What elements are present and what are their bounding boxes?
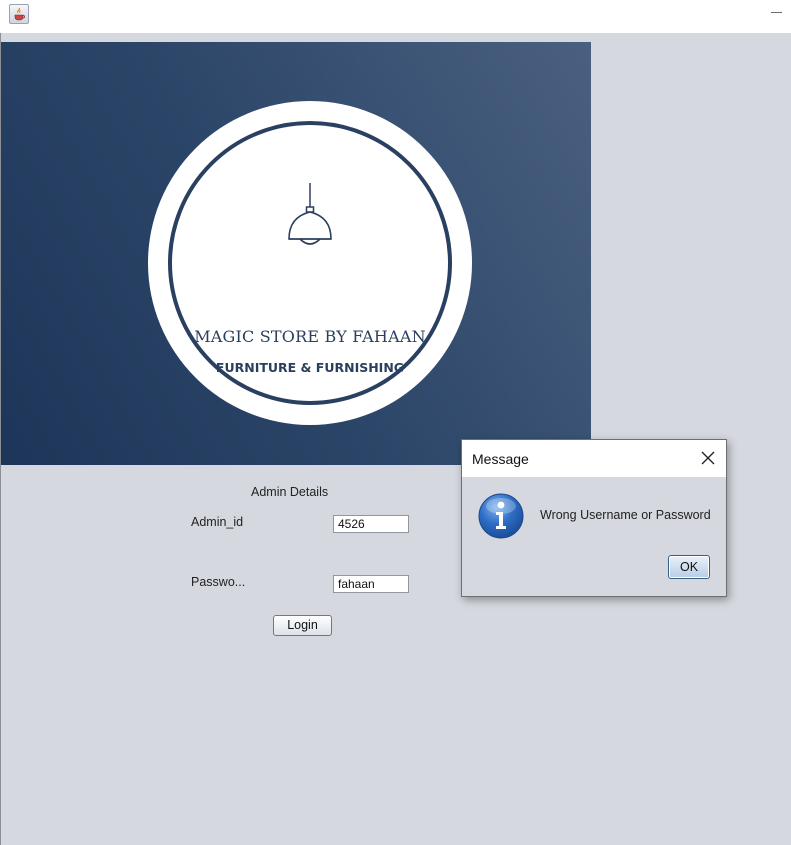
close-icon[interactable] (698, 448, 718, 468)
store-subtitle: FURNITURE & FURNISHING (215, 360, 405, 375)
pendant-lamp-icon (288, 183, 332, 245)
store-banner: MAGIC STORE BY FAHAAN FURNITURE & FURNIS… (1, 42, 591, 465)
window-title-bar (0, 0, 791, 33)
dialog-title: Message (472, 451, 529, 467)
admin-id-input[interactable]: 4526 (333, 515, 409, 533)
java-app-icon[interactable] (9, 4, 29, 24)
info-icon (478, 493, 524, 539)
form-heading: Admin Details (251, 485, 329, 499)
dialog-title-bar[interactable]: Message (462, 440, 726, 477)
password-label: Passwo... (191, 575, 246, 589)
login-button[interactable]: Login (273, 615, 332, 636)
message-dialog: Message Wrong Username or Password OK (461, 439, 727, 597)
minimize-icon[interactable] (767, 4, 787, 20)
store-name: MAGIC STORE BY FAHAAN (194, 327, 426, 346)
store-logo: MAGIC STORE BY FAHAAN FURNITURE & FURNIS… (148, 101, 472, 425)
password-input[interactable]: fahaan (333, 575, 409, 593)
admin-id-label: Admin_id (191, 515, 244, 529)
ok-button[interactable]: OK (668, 555, 710, 579)
dialog-message: Wrong Username or Password (540, 508, 711, 522)
